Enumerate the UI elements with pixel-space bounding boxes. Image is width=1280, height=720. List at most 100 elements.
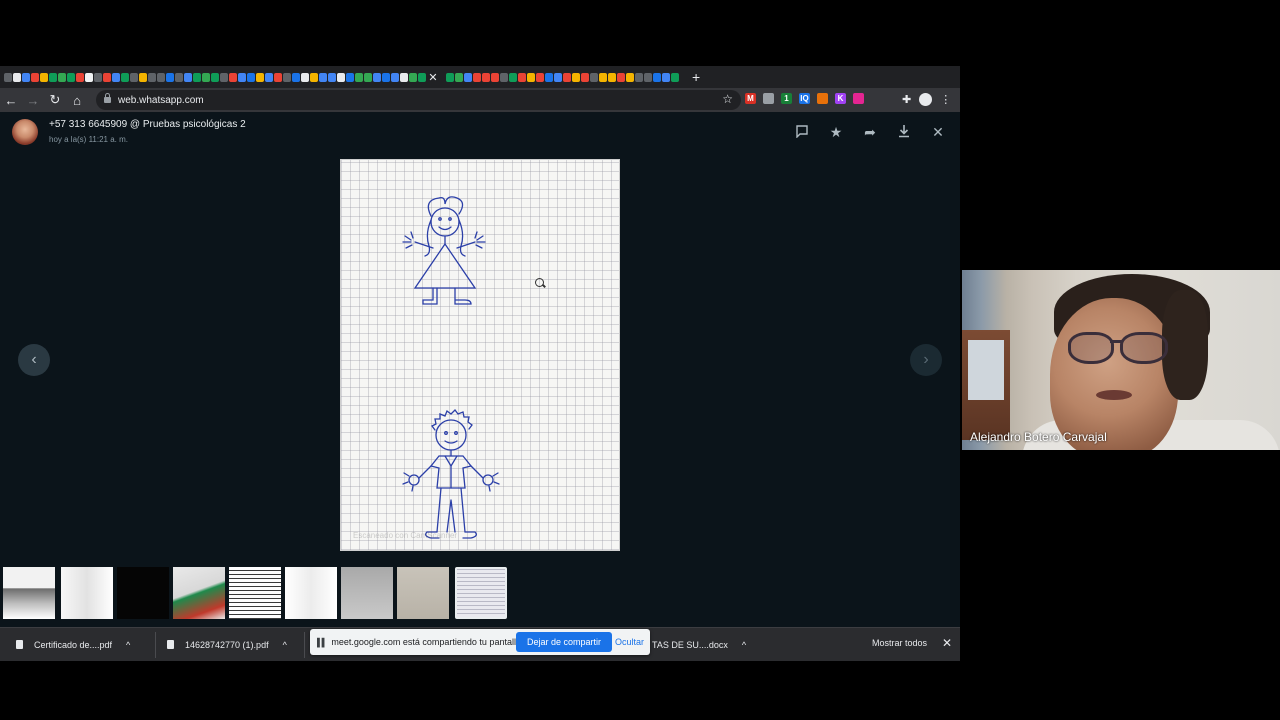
tab-favicon[interactable] xyxy=(67,72,75,82)
forward-icon[interactable]: → xyxy=(22,93,44,108)
new-tab-icon[interactable]: + xyxy=(692,69,700,85)
download-item[interactable]: TAS DE SU....docx ^ xyxy=(652,628,746,661)
profile-avatar[interactable] xyxy=(919,93,933,106)
tab-favicon[interactable] xyxy=(599,72,607,82)
tab-favicon[interactable] xyxy=(40,72,48,82)
media-thumbnail[interactable] xyxy=(173,567,225,619)
tab-favicon[interactable] xyxy=(274,72,282,82)
tab-favicon[interactable] xyxy=(85,72,93,82)
tab-favicon[interactable] xyxy=(58,72,66,82)
tab-favicon[interactable] xyxy=(671,72,679,82)
tab-favicon[interactable] xyxy=(148,72,156,82)
media-thumbnail[interactable] xyxy=(455,567,507,619)
tab-favicon[interactable] xyxy=(500,72,508,82)
tab-favicons-after[interactable] xyxy=(446,72,679,82)
tab-favicon[interactable] xyxy=(653,72,661,82)
tab-favicon[interactable] xyxy=(229,72,237,82)
grid-extension-icon[interactable] xyxy=(853,93,864,104)
tab-strip[interactable]: ✕ + xyxy=(0,66,960,88)
browser-menu-icon[interactable]: ⋮ xyxy=(940,93,951,106)
previous-media-button[interactable]: ‹ xyxy=(18,344,50,376)
tab-favicon[interactable] xyxy=(455,72,463,82)
tab-favicon[interactable] xyxy=(572,72,580,82)
tab-favicon[interactable] xyxy=(166,72,174,82)
tab-favicon[interactable] xyxy=(590,72,598,82)
tab-favicon[interactable] xyxy=(22,72,30,82)
tab-favicon[interactable] xyxy=(337,72,345,82)
tab-favicon[interactable] xyxy=(193,72,201,82)
tab-favicon[interactable] xyxy=(238,72,246,82)
tab-favicon[interactable] xyxy=(76,72,84,82)
tab-favicon[interactable] xyxy=(382,72,390,82)
download-filename[interactable]: Certificado de....pdf xyxy=(34,640,112,650)
download-item[interactable]: Certificado de....pdf ^ xyxy=(16,628,130,661)
hide-button[interactable]: Ocultar xyxy=(615,632,644,652)
tab-favicon[interactable] xyxy=(391,72,399,82)
forward-message-icon[interactable]: ➦ xyxy=(862,124,878,140)
tab-favicon[interactable] xyxy=(509,72,517,82)
tab-favicon[interactable] xyxy=(13,72,21,82)
tab-favicon[interactable] xyxy=(491,72,499,82)
extensions-puzzle-icon[interactable]: ✚ xyxy=(902,93,911,106)
reload-icon[interactable]: ↻ xyxy=(44,92,66,108)
tab-favicon[interactable] xyxy=(139,72,147,82)
star-icon[interactable]: ★ xyxy=(828,124,844,140)
tab-favicon[interactable] xyxy=(545,72,553,82)
tab-favicon[interactable] xyxy=(265,72,273,82)
download-filename[interactable]: 14628742770 (1).pdf xyxy=(185,640,269,650)
tab-favicon[interactable] xyxy=(644,72,652,82)
tab-favicon[interactable] xyxy=(112,72,120,82)
tab-favicon[interactable] xyxy=(662,72,670,82)
reply-icon[interactable] xyxy=(794,124,810,140)
address-bar[interactable]: web.whatsapp.com ☆ xyxy=(96,90,741,110)
close-icon[interactable]: ✕ xyxy=(930,124,946,140)
media-thumbnail[interactable] xyxy=(117,567,169,619)
close-downloads-icon[interactable]: ✕ xyxy=(942,636,952,650)
tab-favicon[interactable] xyxy=(563,72,571,82)
tab-favicon[interactable] xyxy=(103,72,111,82)
tab-favicon[interactable] xyxy=(130,72,138,82)
tab-favicon[interactable] xyxy=(346,72,354,82)
tab-favicon[interactable] xyxy=(536,72,544,82)
tab-favicon[interactable] xyxy=(473,72,481,82)
tab-favicon[interactable] xyxy=(31,72,39,82)
tab-close-icon[interactable]: ✕ xyxy=(427,71,439,84)
media-thumbnail[interactable] xyxy=(397,567,449,619)
tab-favicon[interactable] xyxy=(256,72,264,82)
show-all-downloads-button[interactable]: Mostrar todos xyxy=(872,638,927,648)
tab-favicon[interactable] xyxy=(400,72,408,82)
drawing-photo[interactable]: Escaneado con CamScanner xyxy=(340,159,620,551)
tab-favicon[interactable] xyxy=(355,72,363,82)
iq-icon[interactable]: IQ xyxy=(799,93,810,104)
stop-sharing-button[interactable]: Dejar de compartir xyxy=(516,632,613,652)
tab-favicon[interactable] xyxy=(446,72,454,82)
sender-avatar[interactable] xyxy=(12,119,38,145)
home-icon[interactable]: ⌂ xyxy=(66,93,88,108)
bookmark-star-icon[interactable]: ☆ xyxy=(722,92,733,106)
tab-favicon[interactable] xyxy=(94,72,102,82)
tab-favicon[interactable] xyxy=(626,72,634,82)
media-thumbnail[interactable] xyxy=(3,567,55,619)
tab-favicon[interactable] xyxy=(617,72,625,82)
tab-favicon[interactable] xyxy=(319,72,327,82)
download-item[interactable]: 14628742770 (1).pdf ^ xyxy=(167,628,287,661)
tab-favicon[interactable] xyxy=(49,72,57,82)
tab-favicon[interactable] xyxy=(608,72,616,82)
k-extension-icon[interactable]: K xyxy=(835,93,846,104)
tab-favicon[interactable] xyxy=(527,72,535,82)
lock-icon[interactable] xyxy=(104,93,111,103)
record-icon[interactable] xyxy=(763,93,774,104)
media-thumbnail[interactable] xyxy=(229,567,281,619)
next-media-button[interactable]: › xyxy=(910,344,942,376)
url-text[interactable]: web.whatsapp.com xyxy=(118,95,204,106)
adblock-icon[interactable]: M xyxy=(745,93,756,104)
tab-favicon[interactable] xyxy=(364,72,372,82)
tab-favicon[interactable] xyxy=(157,72,165,82)
tab-favicon[interactable] xyxy=(635,72,643,82)
tab-favicon[interactable] xyxy=(202,72,210,82)
tab-favicon[interactable] xyxy=(310,72,318,82)
media-thumbnail[interactable] xyxy=(341,567,393,619)
tab-favicon[interactable] xyxy=(247,72,255,82)
tab-favicon[interactable] xyxy=(554,72,562,82)
tab-favicon[interactable] xyxy=(220,72,228,82)
